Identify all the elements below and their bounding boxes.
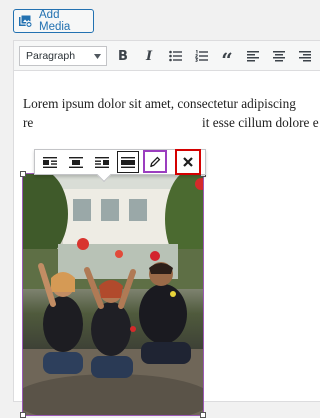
- chevron-down-icon: [94, 54, 101, 59]
- align-center-icon: [69, 156, 83, 168]
- paragraph-line-2-start: re: [23, 115, 34, 130]
- editor-toolbar: Paragraph B I “: [14, 41, 320, 72]
- remove-image-button[interactable]: [175, 149, 201, 175]
- resize-handle-top-left[interactable]: [20, 171, 26, 177]
- paragraph-line-1: Lorem ipsum dolor sit amet, consectetur …: [23, 96, 296, 111]
- align-left-button[interactable]: [242, 45, 264, 67]
- image-align-center-button[interactable]: [65, 151, 87, 173]
- edit-image-button[interactable]: [143, 150, 167, 173]
- photo-image: [23, 174, 203, 415]
- format-select-value: Paragraph: [26, 50, 76, 62]
- bold-button[interactable]: B: [112, 45, 134, 67]
- numbered-list-button[interactable]: [190, 45, 212, 67]
- image-toolbar: [34, 149, 206, 175]
- add-media-button[interactable]: Add Media: [13, 9, 94, 33]
- selected-image[interactable]: [22, 173, 204, 416]
- align-left-icon: [247, 50, 259, 61]
- italic-button[interactable]: I: [138, 45, 160, 67]
- align-left-icon: [43, 156, 57, 168]
- blockquote-button[interactable]: “: [216, 45, 238, 72]
- bulleted-list-icon: [168, 50, 182, 62]
- close-icon: [183, 157, 193, 167]
- align-right-icon: [95, 156, 109, 168]
- paragraph-line-2-end: it esse cillum dolore e: [202, 115, 319, 130]
- format-select[interactable]: Paragraph: [19, 46, 107, 66]
- align-center-icon: [273, 50, 285, 61]
- resize-handle-bottom-right[interactable]: [200, 412, 206, 418]
- image-align-right-button[interactable]: [91, 151, 113, 173]
- editor-content[interactable]: Lorem ipsum dolor sit amet, consectetur …: [14, 71, 320, 418]
- add-media-label: Add Media: [39, 9, 71, 33]
- align-center-button[interactable]: [268, 45, 290, 67]
- align-right-icon: [299, 50, 311, 61]
- resize-handle-bottom-left[interactable]: [20, 412, 26, 418]
- media-icon: [18, 14, 34, 28]
- image-align-none-button[interactable]: [117, 151, 139, 173]
- bulleted-list-button[interactable]: [164, 45, 186, 67]
- align-right-button[interactable]: [294, 45, 316, 67]
- numbered-list-icon: [194, 50, 208, 62]
- align-none-icon: [121, 156, 135, 168]
- editor-frame: Paragraph B I “ Lorem ipsum dolor sit am…: [13, 40, 320, 418]
- pencil-icon: [150, 156, 161, 167]
- image-align-left-button[interactable]: [39, 151, 61, 173]
